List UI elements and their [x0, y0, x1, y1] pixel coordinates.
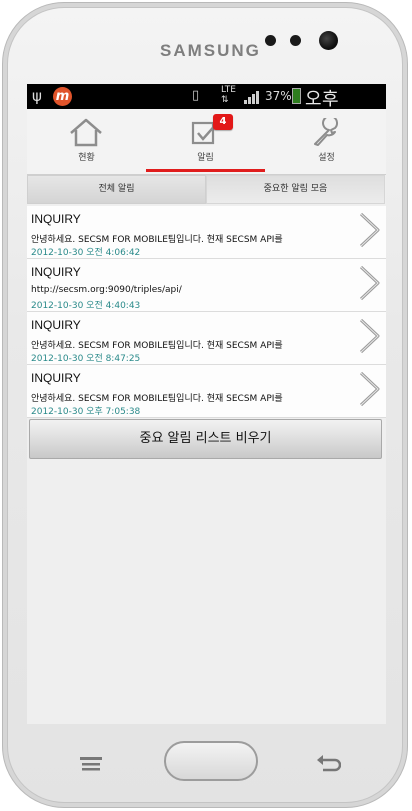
item-title: INQUIRY — [31, 265, 81, 279]
item-title: INQUIRY — [31, 318, 81, 332]
sensor-dot — [290, 35, 301, 46]
item-body: 안녕하세요. SECSM FOR MOBILE팀입니다. 현재 SECSM AP… — [31, 341, 283, 351]
lte-label: LTE — [221, 85, 236, 95]
lte-indicator: LTE ⇅ — [221, 85, 236, 105]
item-title: INQUIRY — [31, 212, 81, 226]
subtab-bar: 전체 알림 중요한 알림 모음 — [27, 175, 386, 205]
home-key[interactable] — [164, 741, 258, 781]
subtab-important-alerts[interactable]: 중요한 알림 모음 — [206, 175, 385, 204]
usb-icon: ψ — [32, 87, 42, 105]
tab-alerts[interactable]: 4 알림 — [146, 109, 265, 173]
vibrate-icon: ▯ — [192, 88, 200, 103]
list-item[interactable]: INQUIRY 안녕하세요. SECSM FOR MOBILE팀입니다. 현재 … — [27, 312, 386, 365]
home-icon — [70, 118, 102, 147]
notification-count-badge: 4 — [213, 114, 233, 130]
list-item[interactable]: INQUIRY 안녕하세요. SECSM FOR MOBILE팀입니다. 현재 … — [27, 206, 386, 259]
subtab-all-alerts[interactable]: 전체 알림 — [27, 175, 206, 204]
list-item[interactable]: INQUIRY 안녕하세요. SECSM FOR MOBILE팀입니다. 현재 … — [27, 365, 386, 418]
item-date: 2012-10-30 오전 4:40:43 — [31, 301, 141, 311]
chevron-right-icon[interactable] — [357, 370, 381, 408]
item-date: 2012-10-30 오전 8:47:25 — [31, 354, 141, 364]
battery-percent: 37% — [265, 89, 292, 103]
item-body: 안녕하세요. SECSM FOR MOBILE팀입니다. 현재 SECSM AP… — [31, 235, 283, 245]
active-tab-indicator — [146, 169, 265, 172]
item-date: 2012-10-30 오전 4:06:42 — [31, 248, 141, 258]
menu-key-icon[interactable] — [78, 755, 104, 773]
app-notification-icon: m — [53, 87, 72, 106]
clear-important-list-button[interactable]: 중요 알림 리스트 비우기 — [29, 419, 382, 459]
tab-label: 알림 — [197, 153, 214, 163]
chevron-right-icon[interactable] — [357, 264, 381, 302]
tab-label: 현황 — [78, 153, 95, 163]
tab-settings[interactable]: 설정 — [267, 109, 386, 173]
item-date: 2012-10-30 오후 7:05:38 — [31, 407, 141, 417]
tab-label: 설정 — [318, 153, 335, 163]
brand-logo: SAMSUNG — [160, 41, 261, 60]
list-item[interactable]: INQUIRY http://secsm.org:9090/triples/ap… — [27, 259, 386, 312]
signal-icon — [244, 88, 262, 104]
chevron-right-icon[interactable] — [357, 317, 381, 355]
battery-icon — [292, 88, 301, 104]
item-body: http://secsm.org:9090/triples/api/ — [31, 285, 182, 295]
screen: ψ m ▯ LTE⇅ 37% 오후 7:43 현황 4 알림 — [27, 84, 386, 724]
item-title: INQUIRY — [31, 371, 81, 385]
tab-bar: 현황 4 알림 설정 — [27, 109, 386, 175]
status-bar: ψ m ▯ LTE⇅ 37% 오후 7:43 — [27, 84, 386, 132]
wrench-icon — [314, 118, 338, 146]
tab-status[interactable]: 현황 — [27, 109, 146, 173]
item-body: 안녕하세요. SECSM FOR MOBILE팀입니다. 현재 SECSM AP… — [31, 394, 283, 404]
front-camera — [319, 31, 338, 50]
chevron-right-icon[interactable] — [357, 211, 381, 249]
back-key-icon[interactable] — [315, 752, 341, 774]
sensor-dot — [265, 35, 276, 46]
